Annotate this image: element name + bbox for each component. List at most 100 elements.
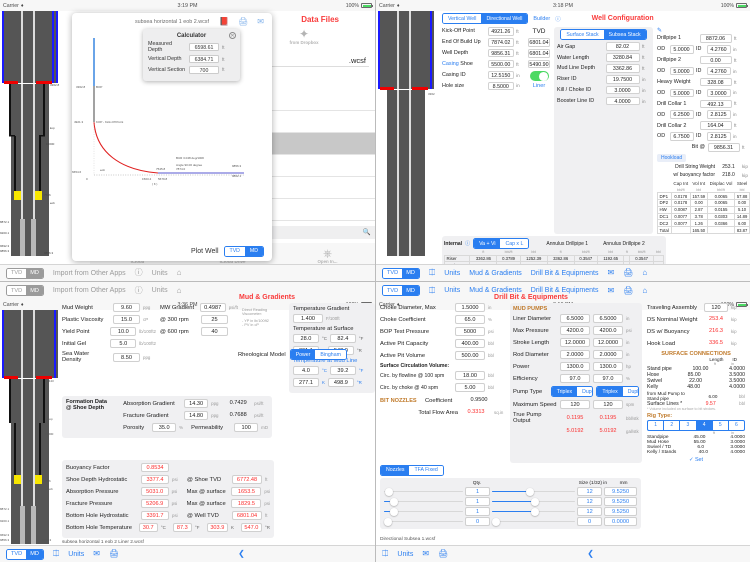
back-icon[interactable]: ❮ bbox=[238, 550, 245, 558]
drillpipe-1-field[interactable]: 8872.06 bbox=[699, 34, 732, 43]
heavy-weight-field[interactable]: 328.08 bbox=[699, 77, 732, 87]
rig-type-selector[interactable]: 1 2 3 4 5 6 bbox=[647, 420, 745, 431]
vertical-depth-field[interactable]: 6384.71 bbox=[189, 55, 219, 64]
power-a[interactable]: 1300.0 bbox=[560, 362, 590, 371]
plot-tvd-md-toggle[interactable]: TVD MD bbox=[223, 245, 264, 257]
pump-type-toggle-a[interactable]: TriplexDuplex bbox=[550, 386, 594, 398]
power-b[interactable]: 1300.0 bbox=[593, 362, 623, 371]
stack-toggle[interactable]: Surface Stack Subsea Stack bbox=[560, 29, 647, 41]
temp-surface-f[interactable]: 82.4 bbox=[329, 334, 356, 343]
sc-len-3[interactable]: 48.00 bbox=[687, 384, 700, 390]
temp-mudline-r[interactable]: 498.9 bbox=[327, 378, 354, 387]
nozzle-qty-slider-2[interactable] bbox=[384, 497, 464, 506]
hole-size-field[interactable]: 8.5000 bbox=[487, 81, 514, 91]
triplex-option-a[interactable]: Triplex bbox=[551, 387, 578, 397]
nozzle-mode-toggle[interactable]: Nozzles TFA Fixed bbox=[380, 464, 444, 477]
tvd-value-1[interactable]: 6801.04 bbox=[528, 38, 550, 47]
set-button[interactable]: ✓ Set bbox=[647, 457, 745, 463]
tvd-value-2[interactable]: 6801.04 bbox=[528, 49, 550, 58]
absorption-gradient-ppg[interactable]: 14.30 bbox=[184, 399, 209, 408]
drill-collar-2-field[interactable]: 164.04 bbox=[699, 121, 732, 130]
drillpipe-2-field[interactable]: 0.00 bbox=[699, 55, 732, 65]
camera-icon[interactable]: ⎅ bbox=[382, 550, 388, 558]
maximum-speed-a[interactable]: 120 bbox=[560, 400, 590, 410]
cap-xl-option[interactable]: Cap x L bbox=[500, 238, 529, 249]
temp-surface-c[interactable]: 28.0 bbox=[292, 334, 319, 343]
md-option[interactable]: MD bbox=[26, 268, 43, 278]
nozzle-qty-3[interactable]: 1 bbox=[465, 507, 491, 517]
md-option[interactable]: MD bbox=[26, 549, 43, 559]
units-button[interactable]: Units bbox=[152, 270, 168, 277]
max-pressure-a[interactable]: 4200.0 bbox=[560, 326, 590, 335]
air-gap-field[interactable]: 82.02 bbox=[605, 42, 640, 51]
efficiency-a[interactable]: 97.0 bbox=[560, 374, 590, 383]
choke-diameter-field[interactable]: 1.5000 bbox=[455, 303, 485, 312]
tvd-md-toggle[interactable]: TVD MD bbox=[6, 267, 44, 279]
casing-shoe-field[interactable]: 5500.00 bbox=[487, 59, 514, 69]
plot-tvd-option[interactable]: TVD bbox=[224, 246, 245, 256]
subsea-stack-option[interactable]: Subsea Stack bbox=[603, 30, 646, 40]
drill-bit-equipments-button[interactable]: Drill Bit & Equipments bbox=[531, 270, 599, 277]
info-icon[interactable]: ⓘ bbox=[465, 240, 470, 247]
rpm600-field[interactable]: 40 bbox=[201, 327, 228, 336]
water-length-field[interactable]: 3280.84 bbox=[605, 53, 640, 62]
tvd-option[interactable]: TVD bbox=[7, 549, 27, 559]
temp-mudline-f[interactable]: 39.2 bbox=[329, 366, 356, 375]
camera-icon[interactable]: ⎅ bbox=[429, 269, 435, 277]
bop-test-pressure-field[interactable]: 5000 bbox=[455, 327, 485, 336]
booster-line-id-field[interactable]: 4.0000 bbox=[605, 96, 640, 106]
nozzle-size-slider-1[interactable] bbox=[492, 487, 576, 496]
tvd-option[interactable]: TVD bbox=[7, 286, 27, 295]
duplex-option-a[interactable]: Duplex bbox=[577, 387, 593, 397]
mud-gradients-button[interactable]: Mud & Gradients bbox=[469, 270, 522, 277]
liner-toggle[interactable] bbox=[529, 71, 549, 82]
close-icon[interactable]: ✕ bbox=[229, 32, 236, 39]
temp-mudline-c[interactable]: 4.0 bbox=[292, 366, 319, 375]
home-icon[interactable]: ⌂ bbox=[177, 269, 182, 277]
riser-id-field[interactable]: 19.7500 bbox=[605, 75, 640, 84]
kill-choke-id-field[interactable]: 3.0000 bbox=[605, 85, 640, 95]
temp-gradient-field[interactable]: 1.400 bbox=[292, 314, 323, 323]
info-icon[interactable]: ⓘ bbox=[135, 269, 143, 277]
tvd-value-3[interactable]: 5490.90 bbox=[528, 59, 550, 69]
units-button[interactable]: Units bbox=[68, 551, 84, 558]
measured-depth-field[interactable]: 6598.61 bbox=[189, 43, 219, 52]
mail-icon[interactable]: ✉ bbox=[257, 17, 264, 26]
rheological-model-toggle[interactable]: Power Bingham bbox=[289, 349, 347, 361]
rod-diameter-a[interactable]: 2.0000 bbox=[560, 350, 590, 359]
print-icon[interactable]: 🖨 bbox=[109, 550, 119, 558]
nozzle-size-4[interactable]: 0 bbox=[577, 517, 603, 527]
nozzle-qty-slider-1[interactable] bbox=[384, 487, 464, 496]
plastic-viscosity-field[interactable]: 15.0 bbox=[113, 315, 140, 324]
mail-icon[interactable]: ✉ bbox=[93, 550, 100, 558]
mud-line-depth-field[interactable]: 3362.86 bbox=[605, 64, 640, 73]
from-mud-pump-value[interactable]: 6.00 bbox=[708, 394, 717, 399]
permeability-field[interactable]: 100 bbox=[234, 423, 259, 432]
md-option[interactable]: MD bbox=[26, 286, 43, 295]
nozzle-qty-slider-3[interactable] bbox=[384, 507, 464, 516]
rig-type-1[interactable]: 1 bbox=[648, 421, 665, 430]
active-pit-capacity-field[interactable]: 400.00 bbox=[455, 339, 485, 348]
drill-collar-1-od[interactable]: 6.2500 bbox=[669, 110, 694, 119]
nozzle-size-slider-2[interactable] bbox=[492, 497, 576, 506]
drillpipe-1-od[interactable]: 5.0000 bbox=[669, 45, 694, 54]
maximum-speed-b[interactable]: 120 bbox=[593, 400, 623, 410]
md-option[interactable]: MD bbox=[402, 268, 419, 278]
rig-type-4[interactable]: 4 bbox=[696, 421, 713, 430]
units-button[interactable]: Units bbox=[397, 551, 413, 558]
mud-weight-field[interactable]: 9.60 bbox=[113, 303, 140, 312]
rod-diameter-b[interactable]: 2.0000 bbox=[593, 350, 623, 359]
nozzle-size-3[interactable]: 12 bbox=[577, 507, 603, 517]
max-pressure-b[interactable]: 4200.0 bbox=[593, 326, 623, 335]
drillpipe-2-id[interactable]: 4.2760 bbox=[706, 66, 731, 76]
vertical-well-option[interactable]: Vertical Well bbox=[443, 14, 482, 24]
print-icon[interactable]: 🖨 bbox=[623, 269, 633, 277]
drill-collar-1-id[interactable]: 2.8125 bbox=[706, 110, 731, 119]
traveling-assembly-field[interactable]: 120 bbox=[704, 303, 728, 312]
pump-type-toggle-b[interactable]: TriplexDuplex bbox=[596, 386, 639, 398]
va-vi-option[interactable]: Va + Vi bbox=[474, 238, 501, 249]
casing-link[interactable]: Casing bbox=[442, 61, 459, 67]
mail-icon[interactable]: ✉ bbox=[607, 269, 614, 277]
stroke-length-a[interactable]: 12.0000 bbox=[560, 338, 590, 347]
print-icon[interactable]: 🖨 bbox=[238, 17, 248, 26]
